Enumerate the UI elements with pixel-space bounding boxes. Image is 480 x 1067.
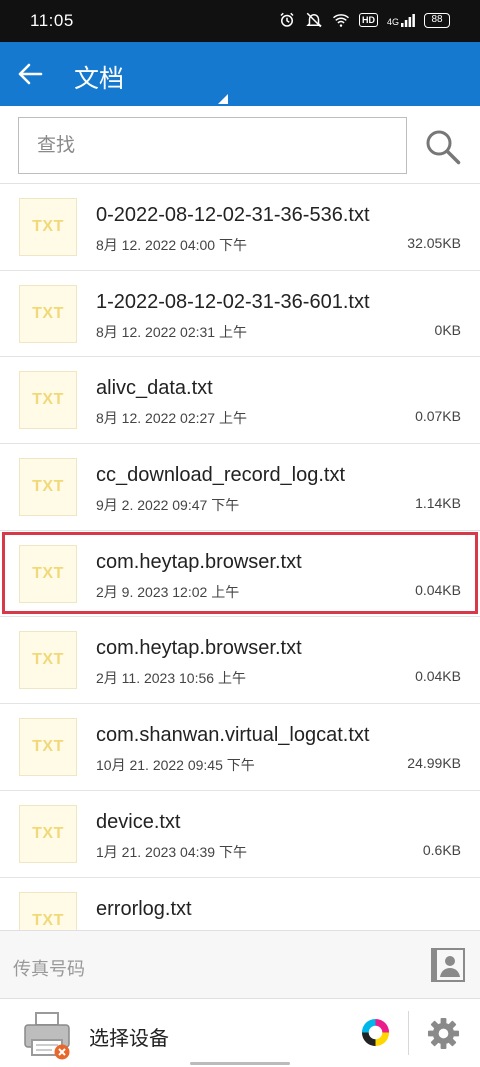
file-name: com.heytap.browser.txt: [96, 550, 302, 573]
txt-file-icon: TXT: [19, 631, 77, 690]
file-size: 32.05KB: [407, 235, 461, 251]
file-name: com.heytap.browser.txt: [96, 637, 302, 660]
divider: [408, 1011, 409, 1055]
search-input[interactable]: [19, 118, 406, 173]
file-date: 9月 2. 2022 09:47 下午: [96, 497, 240, 514]
file-name: device.txt: [96, 810, 181, 833]
file-row[interactable]: TXT alivc_data.txt 8月 12. 2022 02:27 上午 …: [0, 357, 480, 445]
file-name: com.shanwan.virtual_logcat.txt: [96, 724, 370, 747]
file-row[interactable]: TXT 1-2022-08-12-02-31-36-601.txt 8月 12.…: [0, 270, 480, 358]
app-header: 文档: [0, 42, 480, 106]
file-size: 0.04KB: [415, 668, 461, 685]
file-row[interactable]: TXT device.txt 1月 21. 2023 04:39 下午 0.6K…: [0, 790, 480, 878]
file-row[interactable]: TXT com.heytap.browser.txt 2月 11. 2023 1…: [0, 617, 480, 705]
network-type-label: 4G: [386, 17, 399, 27]
gear-icon[interactable]: [427, 1017, 460, 1050]
txt-file-icon: TXT: [19, 891, 77, 930]
fax-number-label: 传真号码: [13, 959, 85, 979]
file-row-selected[interactable]: TXT com.heytap.browser.txt 2月 9. 2023 12…: [0, 530, 480, 618]
ink-level-icon[interactable]: [360, 1017, 391, 1048]
file-date: 8月 12. 2022 02:27 上午: [96, 410, 247, 427]
file-size: 0.07KB: [415, 408, 461, 425]
txt-file-icon: TXT: [19, 544, 77, 603]
file-name: cc_download_record_log.txt: [96, 464, 346, 487]
battery-icon: 88: [424, 12, 450, 28]
file-row[interactable]: TXT cc_download_record_log.txt 9月 2. 202…: [0, 444, 480, 531]
file-name: 1-2022-08-12-02-31-36-601.txt: [96, 290, 370, 313]
search-bar: [0, 106, 480, 184]
file-size: 24.99KB: [407, 755, 461, 772]
txt-file-icon: TXT: [19, 198, 77, 256]
file-date: 2月 9. 2023 12:02 上午: [96, 583, 240, 600]
alarm-icon: [280, 12, 294, 27]
status-bar: 11:05 HD 4G 88: [0, 0, 480, 42]
hd-icon: HD: [358, 13, 378, 27]
search-box: [18, 117, 407, 174]
txt-file-icon: TXT: [19, 284, 77, 343]
file-date: 10月 21. 2022 09:45 下午: [96, 757, 255, 774]
file-size: 0.6KB: [422, 841, 461, 858]
contact-book-icon[interactable]: [431, 948, 465, 982]
signal-bars-icon: [401, 14, 415, 27]
file-date: 8月 12. 2022 02:31 上午: [96, 323, 247, 340]
file-row[interactable]: TXT com.shanwan.virtual_logcat.txt 10月 2…: [0, 704, 480, 791]
page-title: 文档: [74, 65, 125, 93]
home-indicator: [190, 1062, 290, 1065]
arrow-left-icon[interactable]: [16, 60, 44, 88]
mute-icon: [306, 12, 322, 28]
txt-file-icon: TXT: [19, 458, 77, 517]
file-size: 0KB: [434, 321, 461, 338]
title-dropdown-indicator[interactable]: [218, 94, 228, 104]
txt-file-icon: TXT: [19, 371, 77, 430]
fax-number-row[interactable]: 传真号码: [0, 930, 480, 998]
wifi-icon: [332, 14, 349, 27]
txt-file-icon: TXT: [19, 804, 77, 863]
txt-file-icon: TXT: [19, 718, 77, 777]
file-size: 1.14KB: [415, 495, 461, 512]
printer-error-icon[interactable]: [22, 1010, 74, 1062]
search-icon[interactable]: [424, 128, 462, 166]
file-row[interactable]: TXT errorlog.txt: [0, 877, 480, 930]
file-size: 0.04KB: [415, 581, 461, 598]
select-device-label: 选择设备: [89, 1028, 169, 1050]
device-row[interactable]: 选择设备: [0, 998, 480, 1067]
signal-4g-icon: 4G: [387, 13, 415, 27]
file-name: errorlog.txt: [96, 897, 192, 920]
status-icons: HD 4G 88: [278, 11, 450, 29]
file-date: 8月 12. 2022 04:00 下午: [96, 237, 247, 253]
file-name: alivc_data.txt: [96, 377, 213, 400]
status-time: 11:05: [30, 11, 74, 30]
file-name: 0-2022-08-12-02-31-36-536.txt: [96, 204, 370, 226]
file-date: 1月 21. 2023 04:39 下午: [96, 843, 247, 860]
file-row[interactable]: TXT 0-2022-08-12-02-31-36-536.txt 8月 12.…: [0, 184, 480, 271]
file-list[interactable]: TXT 0-2022-08-12-02-31-36-536.txt 8月 12.…: [0, 184, 480, 930]
file-date: 2月 11. 2023 10:56 上午: [96, 670, 246, 687]
